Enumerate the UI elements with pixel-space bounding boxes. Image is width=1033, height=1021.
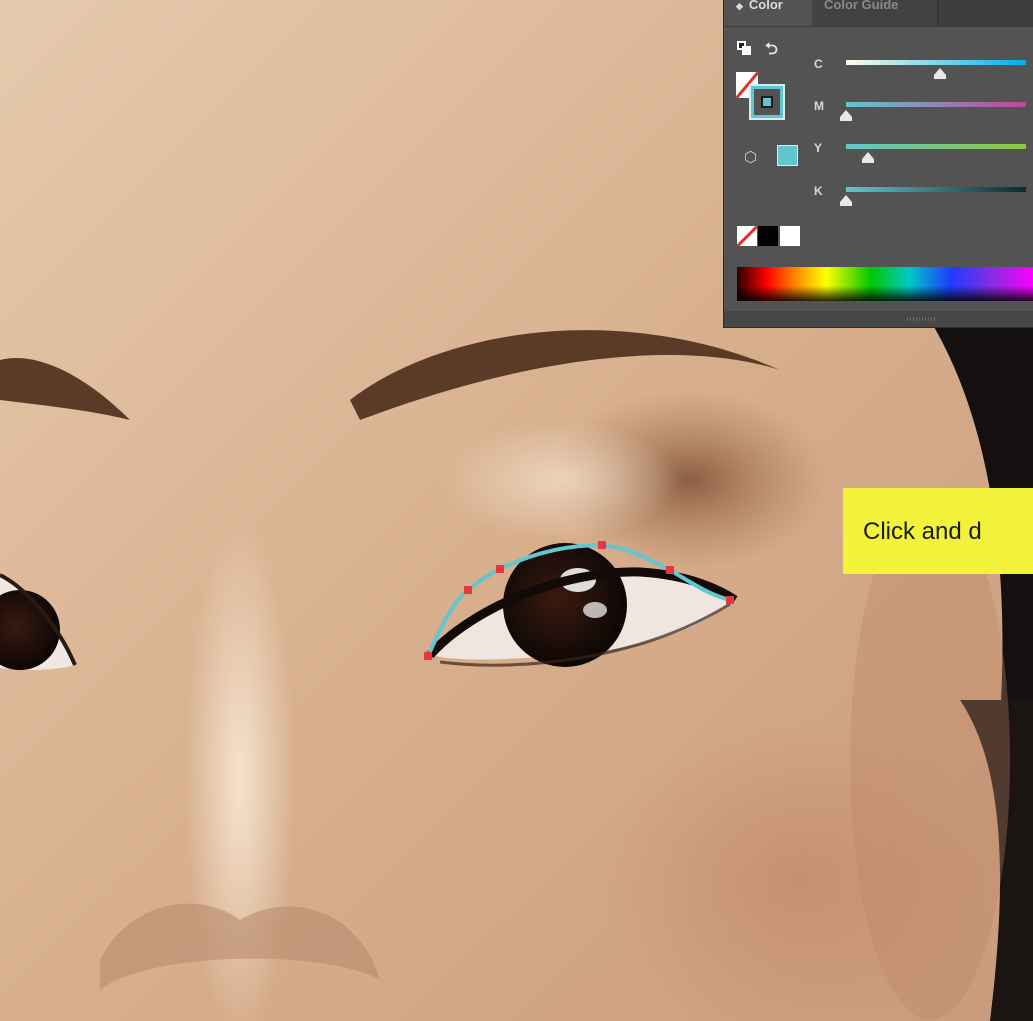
- slider-cyan[interactable]: C: [814, 57, 1026, 79]
- anchor-point[interactable]: [666, 566, 674, 574]
- callout-text: Click and d: [863, 518, 982, 545]
- slider-magenta-label: M: [814, 99, 824, 113]
- tab-color-guide[interactable]: Color Guide: [812, 0, 938, 26]
- anchor-point[interactable]: [464, 586, 472, 594]
- photo-canvas[interactable]: ◆ Color Color Guide ⮌ ⬡ C M Y K Click an…: [0, 0, 1033, 1021]
- instruction-callout: Click and d: [843, 488, 1033, 574]
- resize-grip-icon[interactable]: [907, 317, 937, 321]
- slider-black-thumb[interactable]: [840, 195, 852, 206]
- slider-cyan-thumb[interactable]: [933, 68, 946, 79]
- color-spectrum-ramp[interactable]: [737, 267, 1033, 301]
- swatch-black[interactable]: [758, 226, 778, 246]
- slider-magenta-thumb[interactable]: [840, 110, 852, 121]
- swatch-white[interactable]: [780, 226, 800, 246]
- tab-color-guide-label: Color Guide: [824, 0, 899, 12]
- anchor-point[interactable]: [496, 565, 504, 573]
- web-safe-color-swatch[interactable]: [777, 145, 798, 166]
- swap-fill-stroke-icon[interactable]: ⮌: [765, 38, 778, 65]
- tab-color-label: Color: [748, 0, 783, 12]
- slider-black-label: K: [814, 184, 823, 198]
- default-fill-stroke-icon[interactable]: [737, 41, 751, 55]
- slider-yellow-thumb[interactable]: [861, 152, 874, 163]
- slider-magenta-track[interactable]: [846, 102, 1026, 107]
- slider-cyan-track[interactable]: [846, 60, 1026, 65]
- slider-yellow-label: Y: [814, 141, 823, 155]
- slider-magenta[interactable]: M: [814, 99, 1026, 121]
- slider-yellow[interactable]: Y: [814, 141, 1026, 163]
- tab-color[interactable]: ◆ Color: [724, 0, 812, 26]
- slider-black[interactable]: K: [814, 184, 1026, 206]
- swatch-none[interactable]: [737, 226, 757, 246]
- anchor-point[interactable]: [598, 541, 606, 549]
- slider-cyan-label: C: [814, 57, 823, 71]
- anchor-point[interactable]: [424, 652, 432, 660]
- collapse-caret-icon[interactable]: ◆: [736, 1, 743, 11]
- anchor-point[interactable]: [726, 596, 734, 604]
- color-panel: ◆ Color Color Guide ⮌ ⬡ C M Y K: [723, 0, 1033, 328]
- panel-tab-strip: ◆ Color Color Guide: [724, 0, 1033, 27]
- slider-black-track[interactable]: [846, 187, 1026, 192]
- out-of-web-gamut-cube-icon[interactable]: ⬡: [744, 148, 757, 166]
- panel-footer: [724, 311, 1033, 327]
- slider-yellow-track[interactable]: [846, 144, 1026, 149]
- stroke-swatch[interactable]: [749, 84, 785, 120]
